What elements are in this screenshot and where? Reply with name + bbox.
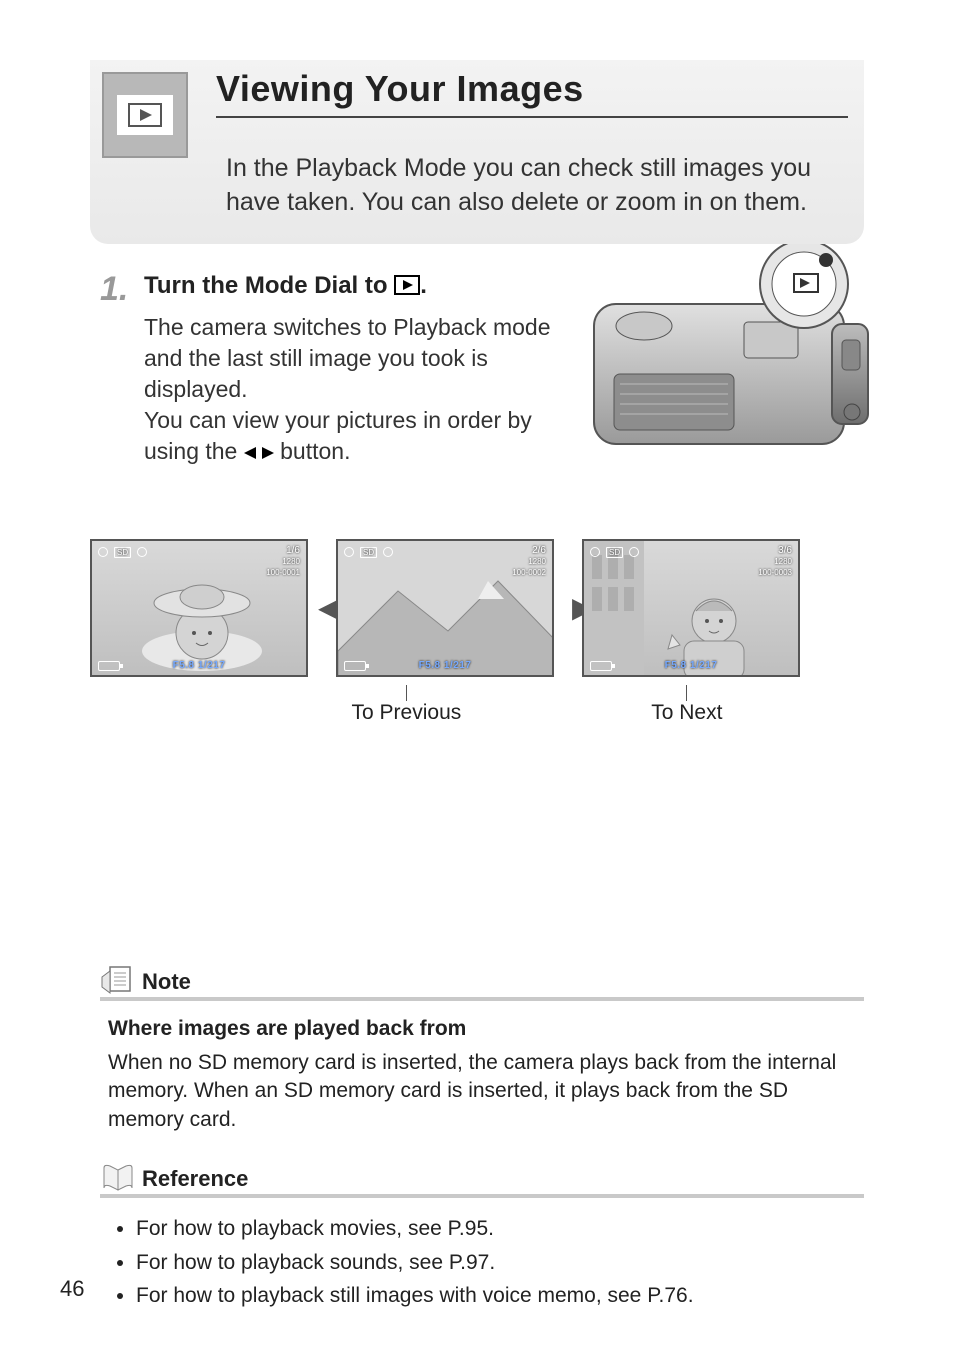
image-size: 1280 — [282, 557, 300, 566]
battery-icon — [98, 661, 120, 671]
lcd-preview-2: SD 2/61280 100-0002 F5.8 1/217 — [336, 539, 554, 677]
section-intro: In the Playback Mode you can check still… — [226, 152, 848, 220]
sd-badge: SD — [606, 547, 623, 558]
image-counter: 2/6 — [532, 545, 546, 556]
left-right-arrows-icon — [244, 438, 274, 469]
exposure-info: F5.8 1/217 — [419, 660, 472, 671]
reference-label: Reference — [142, 1166, 248, 1192]
note-body: Where images are played back from When n… — [108, 1015, 864, 1134]
sd-badge: SD — [360, 547, 377, 558]
playback-mode-icon — [102, 72, 188, 158]
step-number: 1. — [100, 272, 130, 469]
step-body-2-suffix: button. — [280, 438, 350, 464]
section-title: Viewing Your Images — [216, 68, 584, 110]
note-subhead: Where images are played back from — [108, 1015, 864, 1043]
note-header: Note — [100, 965, 864, 1001]
image-counter: 3/6 — [778, 545, 792, 556]
nav-labels: To Previous To Next — [210, 683, 864, 725]
step-body-2: You can view your pictures in order by u… — [144, 405, 574, 469]
reference-header: Reference — [100, 1162, 864, 1198]
step-heading-prefix: Turn the Mode Dial to — [144, 272, 394, 299]
reference-item: For how to playback movies, see P.95. — [136, 1212, 864, 1246]
file-number: 100-0001 — [266, 568, 300, 577]
sd-badge: SD — [114, 547, 131, 558]
play-triangle-icon — [128, 103, 162, 127]
file-number: 100-0003 — [758, 568, 792, 577]
step-heading-suffix: . — [420, 272, 427, 299]
note-icon — [100, 965, 134, 995]
note-label: Note — [142, 969, 191, 995]
battery-icon — [590, 661, 612, 671]
reference-item: For how to playback sounds, see P.97. — [136, 1246, 864, 1280]
reference-list: For how to playback movies, see P.95. Fo… — [136, 1212, 864, 1313]
image-size: 1280 — [528, 557, 546, 566]
exposure-info: F5.8 1/217 — [665, 660, 718, 671]
battery-icon — [344, 661, 366, 671]
playback-symbol-icon — [394, 274, 420, 302]
to-previous-label: To Previous — [352, 701, 462, 725]
to-next-label: To Next — [651, 701, 722, 725]
lcd-preview-1: SD 1/61280 100-0001 F5.8 1/217 — [90, 539, 308, 677]
page-number: 46 — [60, 1276, 84, 1302]
step-body-1: The camera switches to Playback mode and… — [144, 312, 574, 405]
section-header: Viewing Your Images In the Playback Mode… — [90, 60, 864, 244]
reference-item: For how to playback still images with vo… — [136, 1279, 864, 1313]
playback-previews: SD 1/61280100-0001 F5.8 1/217 ◀ SD 2/612… — [90, 539, 864, 677]
camera-illustration — [584, 244, 874, 464]
image-size: 1280 — [774, 557, 792, 566]
reference-icon — [100, 1162, 134, 1192]
lcd-preview-3: SD 3/61280 100-0003 F5.8 1/217 — [582, 539, 800, 677]
file-number: 100-0002 — [512, 568, 546, 577]
note-text: When no SD memory card is inserted, the … — [108, 1049, 864, 1134]
exposure-info: F5.8 1/217 — [173, 660, 226, 671]
image-counter: 1/6 — [286, 545, 300, 556]
